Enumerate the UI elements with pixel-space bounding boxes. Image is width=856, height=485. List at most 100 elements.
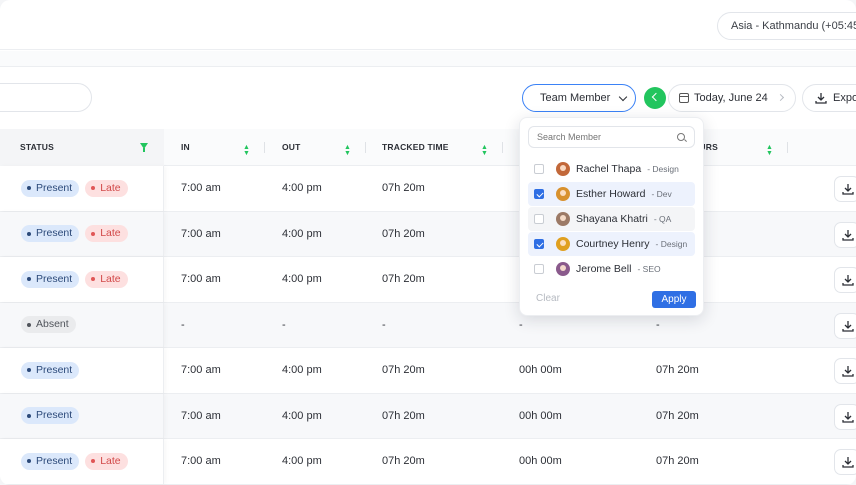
out-time-cell: 4:00 pm xyxy=(282,227,322,240)
member-role: - Design xyxy=(647,164,679,174)
checkbox[interactable] xyxy=(534,214,544,224)
member-name: Shayana Khatri xyxy=(576,213,648,225)
table-row: Present Late 7:00 am 4:00 pm 07h 20m 00h 00m 0… xyxy=(0,439,856,485)
team-member-label: Team Member xyxy=(540,92,611,104)
tracked-time-cell: 07h 20m xyxy=(382,455,425,468)
checkbox[interactable] xyxy=(534,164,544,174)
table-row: Present Late 7:00 am 4:00 pm 07h 20m xyxy=(0,257,856,303)
row-download-button[interactable] xyxy=(834,176,856,202)
download-icon xyxy=(842,320,854,332)
member-role: - QA xyxy=(653,214,672,224)
work-hours-cell: 07h 20m xyxy=(656,364,699,377)
row-download-button[interactable] xyxy=(834,358,856,384)
late-badge: Late xyxy=(85,452,128,470)
table-row: Absent - - - - - xyxy=(0,302,856,348)
section-divider xyxy=(0,51,856,67)
in-time-cell: 7:00 am xyxy=(181,182,221,195)
download-icon xyxy=(815,93,827,104)
column-header-in[interactable]: IN xyxy=(181,129,190,166)
member-name: Esther Howard xyxy=(576,188,646,200)
out-time-cell: 4:00 pm xyxy=(282,182,322,195)
in-time-cell: 7:00 am xyxy=(181,409,221,422)
member-option[interactable]: Rachel Thapa - Design xyxy=(528,157,695,181)
table-header: STATUS IN ▲▼ OUT ▲▼ TRACKED TIME ▲▼ WORK… xyxy=(0,129,856,166)
status-cell: Present xyxy=(0,393,164,438)
status-badge: Present xyxy=(21,270,80,288)
tracked-time-cell: 07h 20m xyxy=(382,364,425,377)
member-search-input[interactable] xyxy=(528,126,695,148)
status-badge: Present xyxy=(21,407,80,425)
table-row: Present 7:00 am 4:00 pm 07h 20m 00h 00m 07h 2… xyxy=(0,348,856,394)
row-download-button[interactable] xyxy=(834,221,856,248)
status-badge: Absent xyxy=(21,316,76,334)
checkbox[interactable] xyxy=(534,189,544,199)
row-download-button[interactable] xyxy=(834,403,856,430)
status-cell: Absent xyxy=(0,302,164,347)
search-input[interactable] xyxy=(0,83,92,112)
sort-icon[interactable]: ▲ ▼ xyxy=(243,144,250,157)
idle-time-cell: 00h 00m xyxy=(519,364,562,377)
top-bar: Asia - Kathmandu (+05:45) xyxy=(0,0,856,50)
avatar xyxy=(556,212,570,226)
late-badge: Late xyxy=(85,270,128,288)
row-download-button[interactable] xyxy=(834,312,856,339)
team-member-filter-button[interactable]: Team Member xyxy=(522,84,636,112)
member-name: Jerome Bell xyxy=(576,263,632,275)
attendance-table: STATUS IN ▲▼ OUT ▲▼ TRACKED TIME ▲▼ WORK… xyxy=(0,129,856,485)
status-cell: Present xyxy=(0,348,164,393)
checkbox[interactable] xyxy=(534,239,544,249)
in-time-cell: 7:00 am xyxy=(181,273,221,286)
sort-icon[interactable]: ▲ ▼ xyxy=(344,144,351,157)
member-option[interactable]: Courtney Henry - Design xyxy=(528,232,695,256)
team-member-dropdown: Rachel Thapa - Design Esther Howard - Dev Sh… xyxy=(519,117,704,316)
download-icon xyxy=(842,366,854,377)
table-row: Present Late 7:00 am 4:00 pm 07h 20m xyxy=(0,211,856,257)
member-option[interactable]: Esther Howard - Dev xyxy=(528,182,695,206)
member-role: - SEO xyxy=(637,264,661,274)
status-cell: Present Late xyxy=(0,166,164,211)
status-cell: Present Late xyxy=(0,211,164,256)
late-badge: Late xyxy=(85,225,128,243)
member-name: Courtney Henry xyxy=(576,238,650,250)
table-body: Present Late 7:00 am 4:00 pm 07h 20m Present L… xyxy=(0,166,856,485)
out-time-cell: 4:00 pm xyxy=(282,455,322,468)
work-hours-cell: 07h 20m xyxy=(656,409,699,422)
status-badge: Present xyxy=(21,225,80,243)
member-role: - Design xyxy=(655,239,688,249)
column-header-tracked-time[interactable]: TRACKED TIME xyxy=(382,129,449,166)
column-header-out[interactable]: OUT xyxy=(282,129,301,166)
in-time-cell: 7:00 am xyxy=(181,227,221,240)
table-row: Present 7:00 am 4:00 pm 07h 20m 00h 00m 07h 2… xyxy=(0,393,856,439)
column-header-status[interactable]: STATUS xyxy=(0,129,164,166)
out-time-cell: - xyxy=(282,318,286,331)
apply-button[interactable]: Apply xyxy=(652,291,696,308)
status-header-label: STATUS xyxy=(20,142,54,152)
clear-button[interactable]: Clear xyxy=(536,293,560,304)
in-time-cell: 7:00 am xyxy=(181,455,221,468)
idle-time-cell: 00h 00m xyxy=(519,455,562,468)
column-separator xyxy=(502,142,503,153)
tracked-time-cell: - xyxy=(382,318,386,331)
timezone-selector[interactable]: Asia - Kathmandu (+05:45) xyxy=(717,12,856,40)
row-download-button[interactable] xyxy=(834,267,856,293)
member-option[interactable]: Shayana Khatri - QA xyxy=(528,207,695,231)
date-label: Today, June 24 xyxy=(694,92,768,104)
checkbox[interactable] xyxy=(534,264,544,274)
row-download-button[interactable] xyxy=(834,449,856,475)
table-row: Present Late 7:00 am 4:00 pm 07h 20m xyxy=(0,166,856,212)
avatar xyxy=(556,237,570,251)
member-option[interactable]: Jerome Bell - SEO xyxy=(528,257,695,281)
late-badge: Late xyxy=(85,179,128,197)
sort-icon[interactable]: ▲ ▼ xyxy=(766,144,773,157)
status-badge: Present xyxy=(21,179,80,197)
calendar-icon xyxy=(679,93,689,103)
filter-icon[interactable] xyxy=(140,143,148,152)
download-icon xyxy=(842,457,854,468)
idle-time-cell: 00h 00m xyxy=(519,409,562,422)
previous-day-button[interactable] xyxy=(644,87,666,109)
avatar xyxy=(556,162,570,176)
export-button[interactable]: Export xyxy=(802,84,856,112)
sort-icon[interactable]: ▲ ▼ xyxy=(481,144,488,157)
download-icon xyxy=(842,275,854,286)
avatar xyxy=(556,187,570,201)
